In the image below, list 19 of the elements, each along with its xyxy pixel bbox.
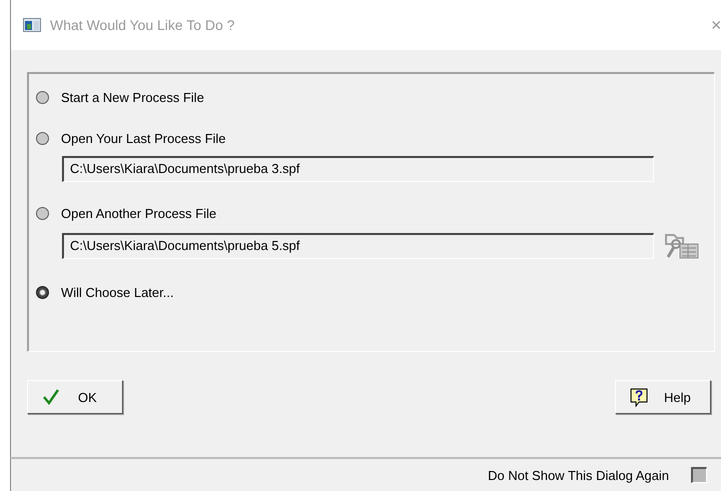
radio-button[interactable] xyxy=(36,206,49,220)
dialog-button[interactable]: Help xyxy=(615,380,711,414)
path-field[interactable]: C:\Users\Kiara\Documents\prueba 3.spf xyxy=(62,156,654,182)
radio-button[interactable] xyxy=(36,132,49,144)
checkmark-icon xyxy=(42,389,60,405)
app-icon xyxy=(23,18,41,32)
radio-button[interactable] xyxy=(36,286,49,298)
path-field[interactable]: C:\Users\Kiara\Documents\prueba 5.spf xyxy=(62,233,654,259)
checkbox[interactable] xyxy=(691,467,707,483)
radio-button[interactable] xyxy=(36,90,49,104)
option-label[interactable]: Open Another Process File xyxy=(61,206,216,220)
dialog-button[interactable]: OK xyxy=(27,380,123,414)
window-title: What Would You Like To Do ? xyxy=(50,17,236,33)
option-label[interactable]: Start a New Process File xyxy=(61,90,204,104)
option-label[interactable]: Open Your Last Process File xyxy=(61,130,226,146)
help-icon xyxy=(630,388,648,406)
folder-search-icon[interactable] xyxy=(664,231,700,261)
dont-show-label: Do Not Show This Dialog Again xyxy=(488,468,669,482)
option-label[interactable]: Will Choose Later... xyxy=(61,284,174,300)
